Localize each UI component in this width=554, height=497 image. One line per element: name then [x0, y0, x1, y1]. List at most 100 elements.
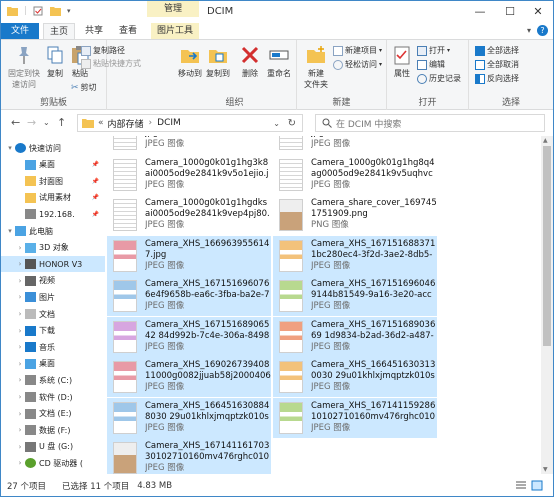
nav-item[interactable]: › HONOR V3 [1, 256, 105, 273]
checkbox-icon[interactable] [33, 6, 44, 16]
address-overflow-icon[interactable]: « [98, 118, 104, 128]
nav-item[interactable]: ▾ 此电脑 [1, 223, 105, 239]
expand-icon[interactable]: › [15, 360, 25, 368]
help-icon[interactable]: ? [537, 25, 548, 36]
new-folder-button[interactable]: 新建 文件夹 [301, 44, 331, 90]
maximize-button[interactable]: ☐ [495, 1, 525, 21]
scroll-down-icon[interactable]: ▼ [543, 466, 548, 473]
copy-path-button[interactable]: 复制路径 [81, 45, 125, 56]
new-folder-icon[interactable] [50, 6, 62, 16]
nav-item[interactable]: › 下载 [1, 323, 105, 339]
copy-button[interactable]: 复制 [45, 44, 65, 79]
nav-item[interactable]: ▾ 快速访问 [1, 140, 105, 156]
up-icon[interactable]: ↑ [57, 116, 66, 129]
properties-button[interactable]: 属性 [391, 44, 413, 79]
expand-icon[interactable]: › [15, 459, 25, 467]
nav-item[interactable]: › 系统 (C:) [1, 372, 105, 388]
copy-to-button[interactable]: 复制到 [205, 44, 231, 79]
easy-access-button[interactable]: 轻松访问 ▾ [333, 59, 382, 70]
nav-item[interactable]: 桌面 📌 [1, 157, 105, 173]
rename-button[interactable]: 重命名 [265, 44, 293, 79]
move-to-button[interactable]: 移动到 [177, 44, 203, 79]
file-item[interactable]: Camera_1000g0k01g1hgdksai0005od9e2841k9v… [107, 195, 271, 235]
expand-icon[interactable]: › [15, 393, 25, 401]
expand-icon[interactable]: ▾ [5, 144, 15, 152]
file-item[interactable]: Camera_XHS_16902673940811000g0082jjuab58… [107, 357, 271, 397]
paste-shortcut-button[interactable]: 粘贴快捷方式 [81, 58, 141, 69]
tab-view[interactable]: 查看 [113, 23, 143, 39]
address-bar[interactable]: « 内部存储 › DCIM ⌄ ↻ [77, 114, 303, 132]
pin-quick-access-button[interactable]: 固定到快 速访问 [7, 44, 41, 90]
details-view-icon[interactable] [515, 480, 527, 491]
nav-item[interactable]: › 视频 [1, 273, 105, 289]
expand-icon[interactable]: › [15, 260, 25, 268]
file-item[interactable]: Camera_XHS_16715168903669 1d9834-b2ad-36… [273, 316, 437, 357]
nav-item[interactable]: › 图片 [1, 289, 105, 305]
nav-item[interactable]: › 音乐 [1, 339, 105, 355]
cut-button[interactable]: ✂ 剪切 [71, 82, 97, 93]
nav-item[interactable]: 192.168. 📌 [1, 206, 105, 222]
large-icons-view-icon[interactable] [531, 480, 543, 491]
expand-icon[interactable]: › [15, 426, 25, 434]
expand-icon[interactable]: › [15, 410, 25, 418]
nav-item[interactable]: › 3D 对象 [1, 240, 105, 256]
file-item[interactable]: 00000ba3aa1Tan45a15b0qu.jpgJPEG 图像 [107, 136, 271, 154]
nav-item[interactable]: 试用素材 📌 [1, 190, 105, 206]
breadcrumb-separator[interactable]: › [149, 118, 153, 128]
expand-icon[interactable]: › [15, 376, 25, 384]
tab-picture-tools[interactable]: 图片工具 [151, 23, 199, 39]
file-item[interactable]: Camera_XHS_1671516960766e4f9658b-ea6c-3f… [107, 276, 271, 316]
vertical-scrollbar[interactable]: ▲ ▼ [541, 136, 553, 474]
search-box[interactable]: 在 DCIM 中搜索 [315, 114, 545, 132]
file-item[interactable]: Camera_XHS_16715168906542 84d992b-7c4e-3… [107, 316, 271, 357]
file-item[interactable]: 00000ba3aa1Tan45a15b0qu.jpgJPEG 图像 [273, 136, 437, 154]
edit-button[interactable]: 编辑 [417, 59, 445, 70]
scroll-up-icon[interactable]: ▲ [543, 137, 548, 144]
file-item[interactable]: Camera_XHS_16714116170330102710160mv476r… [107, 438, 271, 474]
refresh-icon[interactable]: ↻ [288, 118, 296, 129]
expand-icon[interactable]: › [15, 327, 25, 335]
delete-button[interactable]: 删除 [239, 44, 261, 79]
nav-item[interactable]: › 桌面 [1, 356, 105, 372]
file-item[interactable]: Camera_1000g0k01g1hg8q4ag0005od9e2841k9v… [273, 155, 437, 195]
address-dropdown-icon[interactable]: ⌄ [273, 119, 280, 128]
breadcrumb-internal-storage[interactable]: 内部存储 [108, 117, 144, 130]
tab-share[interactable]: 共享 [79, 23, 109, 39]
open-button[interactable]: 打开 ▾ [417, 45, 450, 56]
file-item[interactable]: Camera_XHS_1664516308848030 29u01khlxjmq… [107, 397, 271, 438]
select-none-button[interactable]: 全部取消 [475, 59, 519, 70]
history-button[interactable]: 历史记录 [417, 73, 461, 84]
breadcrumb-dcim[interactable]: DCIM [157, 118, 181, 128]
file-item[interactable]: Camera_XHS_1669639556147.jpg JPEG 图像 [107, 235, 271, 276]
recent-locations-icon[interactable]: ⌄ [43, 118, 50, 127]
expand-icon[interactable]: ▾ [5, 227, 15, 235]
nav-item[interactable]: › 数据 (F:) [1, 422, 105, 438]
expand-icon[interactable]: › [15, 244, 25, 252]
expand-icon[interactable]: › [15, 443, 25, 451]
nav-item[interactable]: › 文档 (E:) [1, 406, 105, 422]
expand-icon[interactable]: › [15, 293, 25, 301]
nav-item[interactable]: › U 盘 (G:) [1, 439, 105, 455]
expand-icon[interactable]: › [15, 343, 25, 351]
nav-item[interactable]: 封面图 📌 [1, 173, 105, 189]
forward-icon[interactable]: → [27, 116, 36, 129]
file-item[interactable]: Camera_1000g0k01g1hg3k8ai0005od9e2841k9v… [107, 155, 271, 195]
tab-file[interactable]: 文件 [1, 23, 39, 39]
expand-icon[interactable]: › [15, 310, 25, 318]
file-item[interactable]: Camera_XHS_1664516303130030 29u01khlxjmq… [273, 357, 437, 397]
nav-item[interactable]: › CD 驱动器 ( [1, 455, 105, 471]
invert-selection-button[interactable]: 反向选择 [475, 73, 519, 84]
close-button[interactable]: ✕ [523, 1, 553, 21]
back-icon[interactable]: ← [11, 116, 20, 129]
scrollbar-thumb[interactable] [543, 146, 551, 346]
expand-icon[interactable]: › [15, 277, 25, 285]
ribbon-expand-icon[interactable]: ▾ [527, 26, 531, 35]
nav-item[interactable]: › 软件 (D:) [1, 389, 105, 405]
tab-home[interactable]: 主页 [43, 23, 75, 39]
file-item[interactable]: Camera_XHS_1671516883711bc280ec4-3f2d-3a… [273, 235, 437, 276]
minimize-button[interactable]: — [465, 1, 495, 21]
file-item[interactable]: Camera_XHS_16714115928610102710160mv476r… [273, 397, 437, 438]
qat-dropdown-icon[interactable]: ▾ [67, 7, 71, 15]
file-item[interactable]: Camera_XHS_1671516960469144b81549-9a16-3… [273, 276, 437, 316]
new-item-button[interactable]: 新建项目 ▾ [333, 45, 382, 56]
